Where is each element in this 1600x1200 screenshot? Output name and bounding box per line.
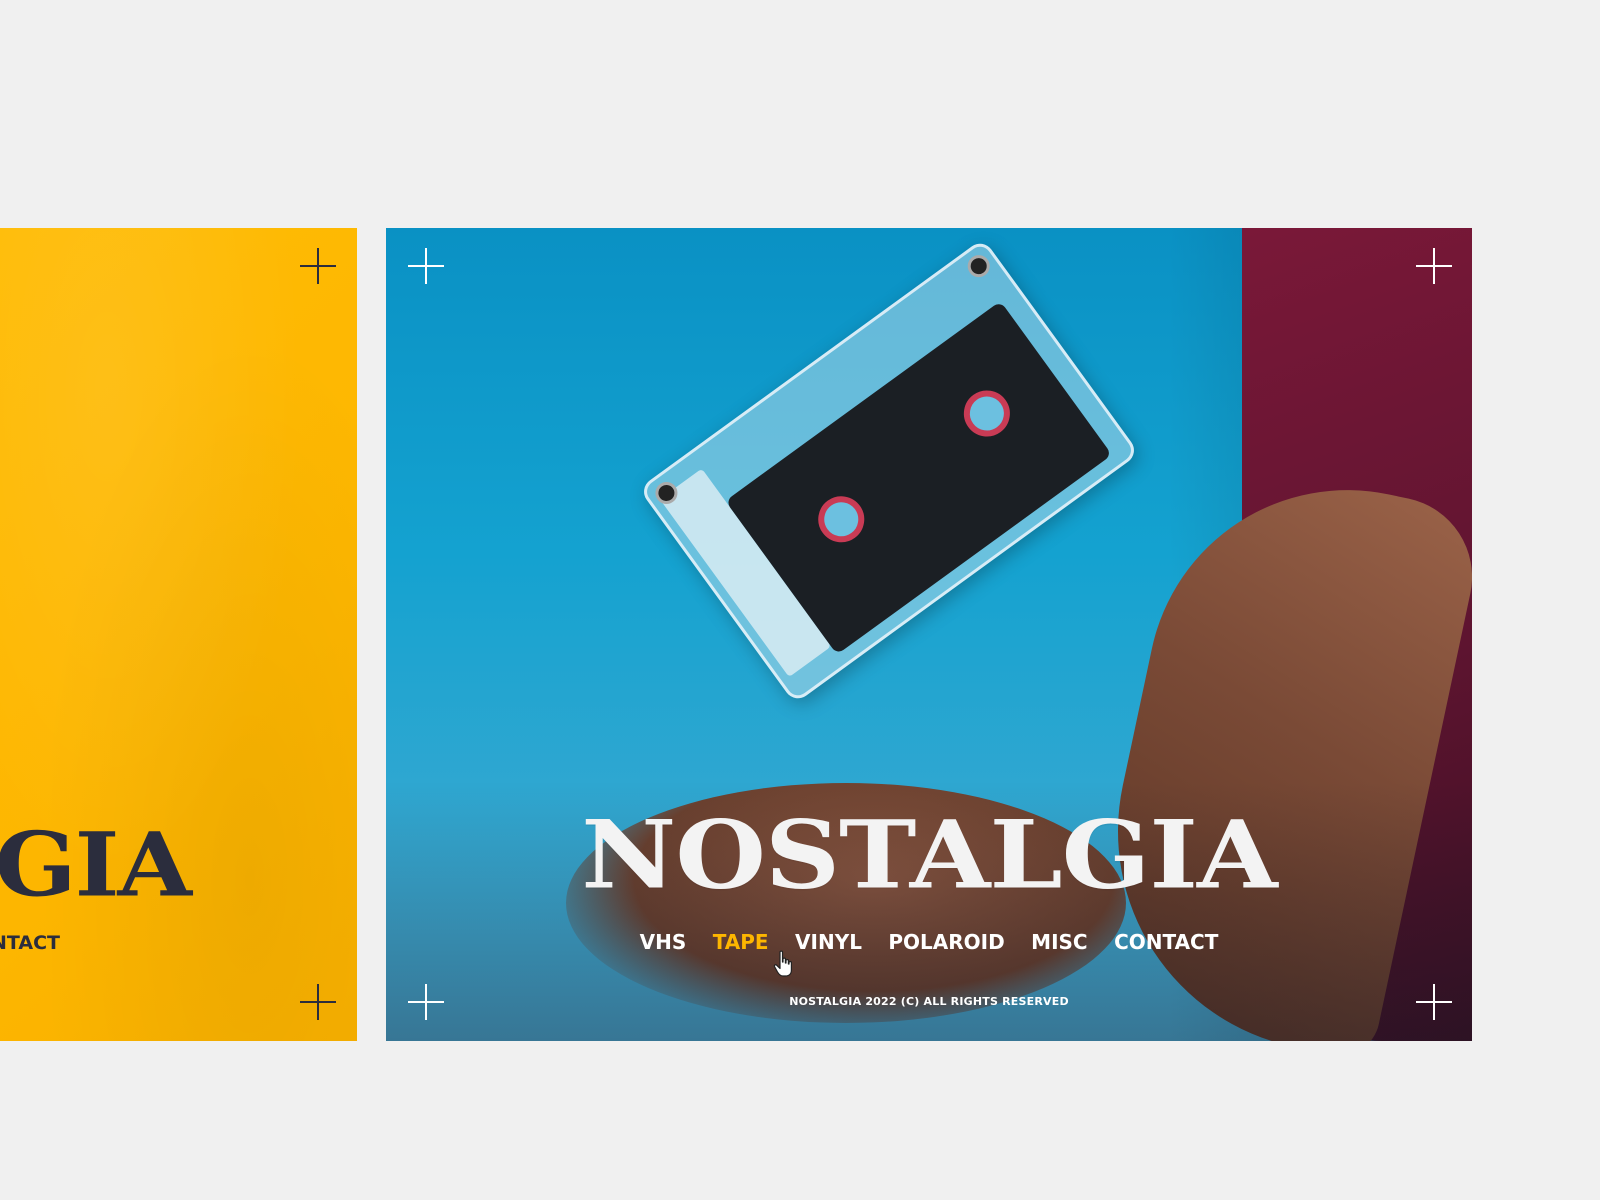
crosshair-icon <box>300 984 336 1020</box>
main-card: NOSTALGIA VHS TAPE VINYL POLAROID MISC C… <box>386 228 1472 1041</box>
nav-item-polaroid[interactable]: POLAROID <box>887 930 1005 954</box>
cassette-tape-image <box>638 238 1140 704</box>
nav-item-vinyl[interactable]: VINYL <box>794 930 863 954</box>
left-nav-item-contact[interactable]: NTACT <box>0 932 60 954</box>
nav-item-vhs[interactable]: VHS <box>639 930 688 954</box>
left-card: GIA NTACT <box>0 228 357 1041</box>
nav-item-misc[interactable]: MISC <box>1030 930 1088 954</box>
left-card-title: GIA <box>0 812 192 917</box>
crosshair-icon <box>1416 248 1452 284</box>
crosshair-icon <box>300 248 336 284</box>
hand-pointer-icon <box>773 950 792 977</box>
nav-item-contact[interactable]: CONTACT <box>1113 930 1219 954</box>
nav-item-tape[interactable]: TAPE <box>712 930 770 954</box>
crosshair-icon <box>408 248 444 284</box>
main-nav: VHS TAPE VINYL POLAROID MISC CONTACT <box>386 930 1472 954</box>
footer-copyright: NOSTALGIA 2022 (C) ALL RIGHTS RESERVED <box>789 995 1069 1008</box>
left-card-nav: NTACT <box>0 932 60 954</box>
site-title: NOSTALGIA <box>581 799 1277 910</box>
